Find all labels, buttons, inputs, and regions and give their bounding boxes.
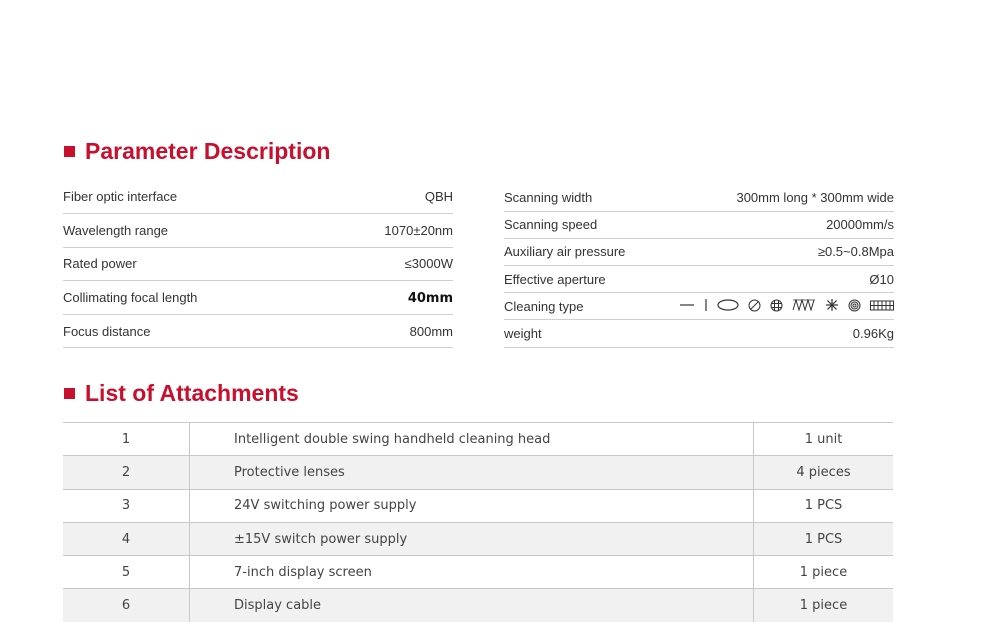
item-number: 1	[63, 421, 190, 456]
grid-circle-pattern-icon	[770, 299, 783, 312]
param-row: Scanning width 300mm long * 300mm wide	[504, 184, 894, 212]
param-label: Scanning speed	[504, 217, 598, 233]
zigzag-pattern-icon	[792, 299, 815, 312]
cleaning-type-icons	[645, 293, 894, 320]
param-label: weight	[504, 326, 542, 342]
param-row: Collimating focal length 40mm	[63, 281, 453, 315]
parameter-description-heading: Parameter Description	[64, 138, 330, 165]
item-name: 24V switching power supply	[189, 488, 754, 523]
param-value: 300mm long * 300mm wide	[736, 189, 894, 205]
param-label: Rated power	[63, 256, 137, 272]
line-pattern-icon	[680, 304, 694, 306]
item-number: 5	[63, 555, 190, 589]
list-of-attachments-heading: List of Attachments	[64, 380, 299, 407]
item-number: 6	[63, 588, 190, 622]
param-label: Cleaning type	[504, 298, 584, 314]
vertical-line-pattern-icon	[705, 299, 707, 312]
square-bullet-icon	[64, 146, 75, 157]
item-number: 3	[63, 488, 190, 523]
item-quantity: 1 piece	[753, 555, 893, 589]
param-row: weight 0.96Kg	[504, 320, 894, 348]
param-row: Effective aperture Ø10	[504, 266, 894, 293]
parameter-table-left: Fiber optic interface QBH Wavelength ran…	[63, 180, 453, 348]
param-value: 0.96Kg	[852, 326, 894, 342]
param-label: Scanning width	[504, 189, 593, 205]
section-title: List of Attachments	[85, 380, 299, 406]
param-label: Effective aperture	[504, 271, 606, 287]
item-name: 7-inch display screen	[189, 555, 754, 589]
table-row: 5 7-inch display screen 1 piece	[63, 555, 893, 589]
param-label: Collimating focal length	[63, 290, 198, 306]
item-quantity: 1 PCS	[753, 488, 893, 523]
item-quantity: 1 PCS	[753, 521, 893, 556]
param-value: ≤3000W	[404, 256, 453, 272]
param-label: Auxiliary air pressure	[504, 244, 626, 260]
param-row: Cleaning type	[504, 293, 894, 320]
item-number: 4	[63, 521, 190, 556]
spiral-pattern-icon	[848, 299, 861, 312]
param-value: QBH	[424, 189, 453, 205]
item-name: Intelligent double swing handheld cleani…	[189, 421, 754, 456]
param-row: Wavelength range 1070±20nm	[63, 214, 453, 248]
item-name: Display cable	[189, 588, 754, 622]
table-row: 6 Display cable 1 piece	[63, 588, 893, 622]
param-value: Ø10	[869, 271, 894, 287]
attachments-table: 1 Intelligent double swing handheld clea…	[63, 421, 893, 622]
param-value: 20000mm/s	[826, 217, 894, 233]
table-row: 4 ±15V switch power supply 1 PCS	[63, 521, 893, 556]
param-value: ≥0.5~0.8Mpa	[817, 244, 894, 260]
square-bullet-icon	[64, 388, 75, 399]
star-pattern-icon	[826, 299, 838, 312]
item-name: Protective lenses	[189, 455, 754, 490]
param-row: Auxiliary air pressure ≥0.5~0.8Mpa	[504, 238, 894, 266]
param-row: Focus distance 800mm	[63, 314, 453, 348]
param-row: Scanning speed 20000mm/s	[504, 211, 894, 239]
param-value: 40mm	[407, 290, 453, 306]
param-value: 800mm	[409, 323, 453, 339]
param-label: Focus distance	[63, 323, 151, 339]
hatched-circle-pattern-icon	[748, 299, 761, 312]
parameter-table-right: Scanning width 300mm long * 300mm wide S…	[504, 184, 894, 348]
param-row: Rated power ≤3000W	[63, 247, 453, 281]
param-row: Fiber optic interface QBH	[63, 180, 453, 214]
table-row: 3 24V switching power supply 1 PCS	[63, 488, 893, 523]
param-label: Fiber optic interface	[63, 189, 178, 205]
item-quantity: 4 pieces	[753, 455, 893, 490]
item-quantity: 1 piece	[753, 588, 893, 622]
table-row: 2 Protective lenses 4 pieces	[63, 455, 893, 490]
param-value: 1070±20nm	[384, 222, 453, 238]
item-quantity: 1 unit	[753, 421, 893, 456]
param-label: Wavelength range	[63, 222, 169, 238]
table-row: 1 Intelligent double swing handheld clea…	[63, 421, 893, 456]
mesh-pattern-icon	[870, 300, 894, 311]
item-number: 2	[63, 455, 190, 490]
item-name: ±15V switch power supply	[189, 521, 754, 556]
section-title: Parameter Description	[85, 138, 331, 164]
ellipse-pattern-icon	[717, 299, 739, 311]
